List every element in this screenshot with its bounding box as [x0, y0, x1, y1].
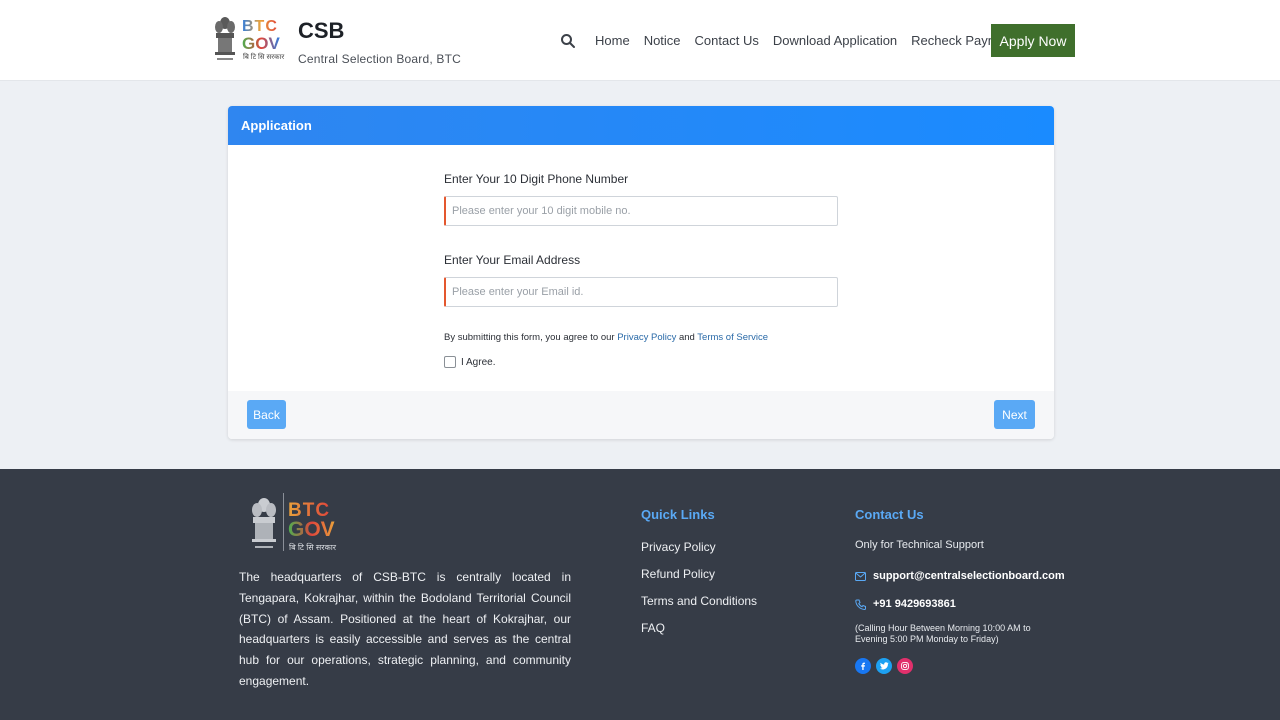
- agreement-text: By submitting this form, you agree to ou…: [444, 332, 769, 343]
- nav-notice[interactable]: Notice: [644, 33, 681, 48]
- back-button[interactable]: Back: [247, 400, 286, 429]
- social-links: [855, 658, 918, 674]
- quick-link-privacy-policy[interactable]: Privacy Policy: [641, 539, 757, 555]
- twitter-icon[interactable]: [876, 658, 892, 674]
- site-header: BTC GOV बि टि सि सरकार CSB Central Selec…: [0, 0, 1280, 81]
- application-form: Enter Your 10 Digit Phone Number Enter Y…: [444, 172, 838, 368]
- contact-email-row: support@centralselectionboard.com: [855, 570, 1065, 582]
- main-nav: Home Notice Contact Us Download Applicat…: [560, 24, 1031, 57]
- contact-phone-row: +91 9429693861: [855, 598, 956, 610]
- emblem-icon: [252, 498, 276, 548]
- application-card: Application Enter Your 10 Digit Phone Nu…: [228, 106, 1054, 439]
- quick-link-faq[interactable]: FAQ: [641, 620, 757, 636]
- contact-email[interactable]: support@centralselectionboard.com: [873, 570, 1065, 582]
- footer-logo-divider: [283, 493, 284, 551]
- card-footer: Back Next: [228, 391, 1054, 439]
- phone-input[interactable]: [444, 196, 838, 226]
- contact-hours: (Calling Hour Between Morning 10:00 AM t…: [855, 623, 1031, 644]
- site-title[interactable]: CSB: [298, 18, 344, 44]
- quick-link-refund-policy[interactable]: Refund Policy: [641, 566, 757, 582]
- email-input[interactable]: [444, 277, 838, 307]
- emblem-icon: [215, 17, 235, 60]
- footer-logo-gov: GOV: [288, 518, 335, 541]
- quick-link-terms[interactable]: Terms and Conditions: [641, 593, 757, 609]
- contact-title: Contact Us: [855, 507, 924, 522]
- nav-contact-us[interactable]: Contact Us: [695, 33, 759, 48]
- site-footer: BTC GOV बि टि सि सरकार The headquarters …: [0, 469, 1280, 720]
- nav-download-application[interactable]: Download Application: [773, 33, 897, 48]
- footer-about: The headquarters of CSB-BTC is centrally…: [239, 570, 571, 688]
- phone-label: Enter Your 10 Digit Phone Number: [444, 172, 629, 186]
- terms-of-service-link[interactable]: Terms of Service: [697, 332, 768, 343]
- quick-links-title: Quick Links: [641, 507, 715, 522]
- card-title: Application: [228, 106, 1054, 145]
- mail-icon: [855, 571, 866, 581]
- quick-links-list: Privacy Policy Refund Policy Terms and C…: [641, 539, 757, 647]
- contact-note: Only for Technical Support: [855, 539, 984, 551]
- facebook-icon[interactable]: [855, 658, 871, 674]
- logo-gov-text: GOV: [242, 34, 280, 53]
- site-subtitle: Central Selection Board, BTC: [298, 52, 462, 66]
- search-icon[interactable]: [560, 33, 576, 49]
- logo-subtext: बि टि सि सरकार: [243, 54, 285, 61]
- agree-row: I Agree.: [444, 356, 838, 368]
- instagram-icon[interactable]: [897, 658, 913, 674]
- nav-home[interactable]: Home: [595, 33, 630, 48]
- next-button[interactable]: Next: [994, 400, 1035, 429]
- apply-now-button[interactable]: Apply Now: [991, 24, 1075, 57]
- footer-logo-subtext: बि टि सि सरकार: [289, 543, 337, 552]
- contact-phone[interactable]: +91 9429693861: [873, 598, 956, 610]
- agree-checkbox[interactable]: [444, 356, 456, 368]
- logo-btc-text: BTC: [242, 18, 278, 35]
- phone-icon: [855, 599, 866, 610]
- privacy-policy-link[interactable]: Privacy Policy: [617, 332, 676, 343]
- email-label: Enter Your Email Address: [444, 253, 581, 267]
- agree-label[interactable]: I Agree.: [461, 357, 495, 368]
